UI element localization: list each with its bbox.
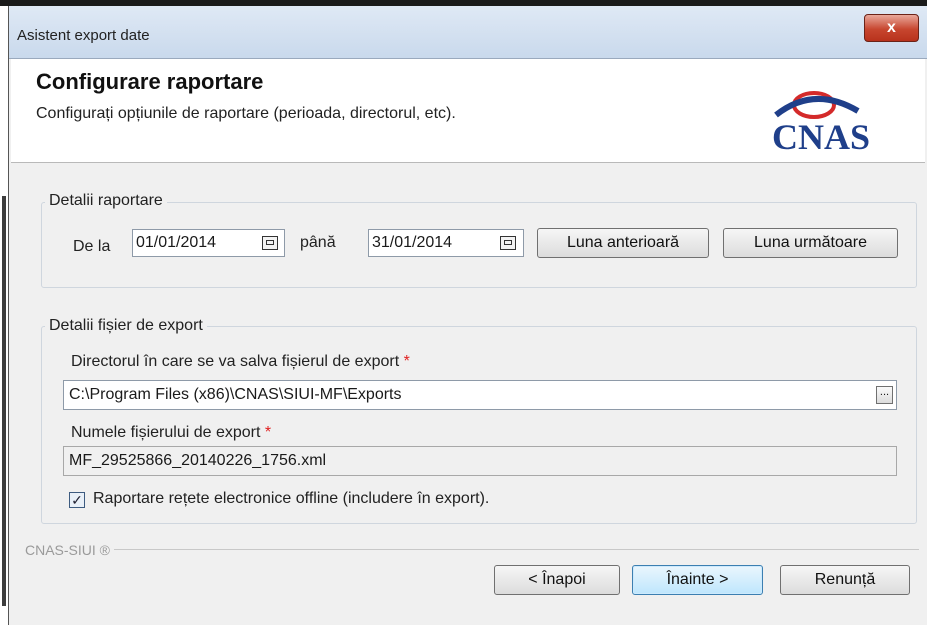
from-label: De la <box>73 238 111 255</box>
filename-required-mark: * <box>264 424 272 441</box>
to-calendar-icon[interactable] <box>500 236 516 250</box>
cancel-button[interactable]: Renunță <box>780 565 910 595</box>
next-month-button[interactable]: Luna următoare <box>723 228 898 258</box>
directory-value: C:\Program Files (x86)\CNAS\SIUI-MF\Expo… <box>69 386 402 403</box>
directory-label: Directorul în care se va salva fișierul … <box>71 353 410 371</box>
export-wizard-window: Asistent export date x Configurare rapor… <box>8 6 927 625</box>
wizard-header: Configurare raportare Configurați opțiun… <box>11 59 925 163</box>
directory-label-text: Directorul în care se va salva fișierul … <box>71 353 400 370</box>
filename-label-text: Numele fișierului de export <box>71 424 261 441</box>
from-date-value: 01/01/2014 <box>136 234 217 251</box>
to-date-picker[interactable]: 31/01/2014 <box>368 229 524 257</box>
title-bar[interactable]: Asistent export date x <box>9 6 927 59</box>
cnas-logo: CNAS <box>772 91 870 157</box>
report-details-legend: Detalii raportare <box>45 192 167 210</box>
close-button[interactable]: x <box>864 14 919 42</box>
offline-prescriptions-label[interactable]: Raportare rețete electronice offline (in… <box>93 490 489 508</box>
logo-swoosh <box>774 96 860 118</box>
window-title: Asistent export date <box>17 27 150 44</box>
logo-text: CNAS <box>772 117 870 157</box>
directory-required-mark: * <box>403 353 410 370</box>
page-title: Configurare raportare <box>36 69 264 94</box>
footer-brand: CNAS-SIUI ® <box>25 542 114 558</box>
to-date-value: 31/01/2014 <box>372 234 453 251</box>
export-file-legend: Detalii fișier de export <box>45 317 207 335</box>
footer-divider <box>109 549 919 550</box>
edge-stripe <box>2 196 6 606</box>
from-date-picker[interactable]: 01/01/2014 <box>132 229 285 257</box>
offline-prescriptions-checkbox[interactable]: ✓ <box>69 492 85 508</box>
previous-month-button[interactable]: Luna anterioară <box>537 228 709 258</box>
browse-button[interactable]: ... <box>876 386 893 404</box>
page-subtitle: Configurați opțiunile de raportare (peri… <box>36 105 456 122</box>
screen-left-edge <box>0 6 8 625</box>
from-calendar-icon[interactable] <box>262 236 278 250</box>
filename-field: MF_29525866_20140226_1756.xml <box>63 446 897 476</box>
next-button[interactable]: Înainte > <box>632 565 763 595</box>
to-label: până <box>300 234 336 251</box>
back-button[interactable]: < Înapoi <box>494 565 620 595</box>
filename-value: MF_29525866_20140226_1756.xml <box>69 452 327 469</box>
directory-input[interactable]: C:\Program Files (x86)\CNAS\SIUI-MF\Expo… <box>63 380 897 410</box>
filename-label: Numele fișierului de export * <box>71 424 271 442</box>
